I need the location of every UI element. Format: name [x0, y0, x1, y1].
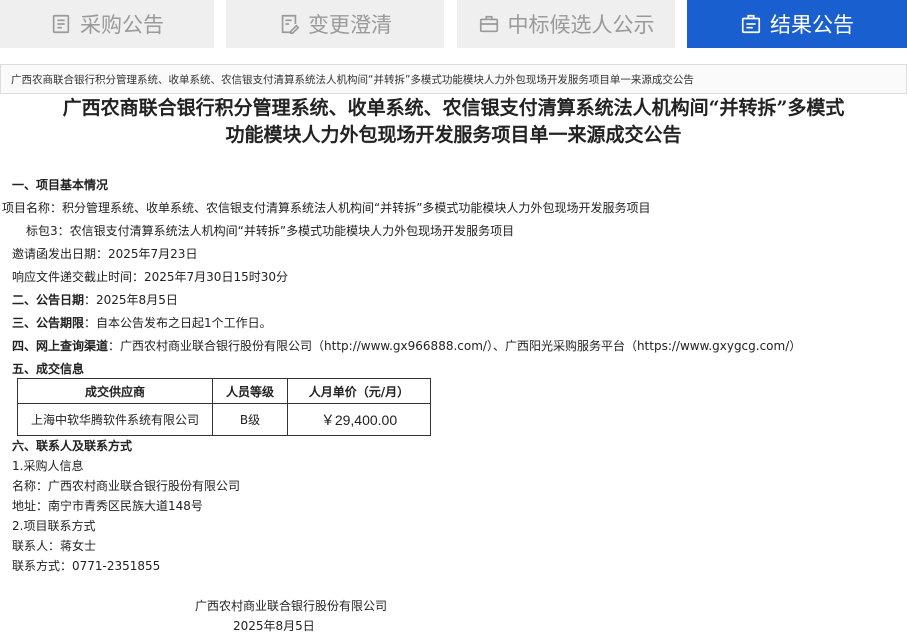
tab-bar: 采购公告 变更澄清 中标候选人公示 结果公告 — [0, 0, 907, 48]
section-4-value: ：广西农村商业联合银行股份有限公司（http://www.gx966888.co… — [108, 339, 802, 353]
column-header: 人月单价（元/月） — [287, 378, 431, 404]
online-query-channels: 四、网上查询渠道：广西农村商业联合银行股份有限公司（http://www.gx9… — [12, 337, 801, 354]
announcement-period: 三、公告期限：自本公告发布之日起1个工作日。 — [12, 314, 272, 331]
section-3-value: ：自本公告发布之日起1个工作日。 — [84, 316, 272, 330]
tab-label: 变更澄清 — [308, 13, 392, 37]
section-2-value: ：2025年8月5日 — [84, 293, 178, 307]
title-line-2: 功能模块人力外包现场开发服务项目单一来源成交公告 — [225, 124, 682, 146]
project-name: 项目名称：积分管理系统、收单系统、农信银支付清算系统法人机构间“并转拆”多模式功… — [2, 201, 651, 215]
package-name: 标包3：农信银支付清算系统法人机构间“并转拆”多模式功能模块人力外包现场开发服务… — [26, 224, 515, 238]
invite-date: 邀请函发出日期：2025年7月23日 — [12, 247, 198, 261]
section-3-label: 三、公告期限 — [12, 316, 85, 330]
column-header: 人员等级 — [212, 378, 288, 404]
contact-person: 联系人：蒋女士 — [12, 539, 97, 553]
breadcrumb: 广西农商联合银行积分管理系统、收单系统、农信银支付清算系统法人机构间“并转拆”多… — [0, 64, 907, 94]
tab-label: 结果公告 — [770, 13, 854, 37]
table-row: 上海中软华腾软件系统有限公司 B级 ￥29,400.00 — [17, 403, 431, 436]
purchaser-name: 名称：广西农村商业联合银行股份有限公司 — [12, 479, 241, 493]
section-5-heading: 五、成交信息 — [12, 362, 85, 376]
page-title: 广西农商联合银行积分管理系统、收单系统、农信银支付清算系统法人机构间“并转拆”多… — [0, 95, 907, 149]
submission-deadline: 响应文件递交截止时间：2025年7月30日15时30分 — [12, 270, 288, 284]
section-2-label: 二、公告日期 — [12, 293, 85, 307]
tab-result-notice[interactable]: 结果公告 — [687, 0, 907, 48]
tab-candidate-publicity[interactable]: 中标候选人公示 — [457, 0, 675, 48]
supplier-cell: 上海中软华腾软件系统有限公司 — [17, 403, 213, 436]
contact-heading: 2.项目联系方式 — [12, 519, 96, 533]
announcement-date: 二、公告日期：2025年8月5日 — [12, 291, 178, 308]
tab-label: 中标候选人公示 — [507, 13, 655, 37]
level-cell: B级 — [212, 403, 288, 436]
section-4-label: 四、网上查询渠道 — [12, 339, 109, 353]
signature-date: 2025年8月5日 — [233, 619, 315, 633]
tab-change-clarification[interactable]: 变更澄清 — [226, 0, 444, 48]
edit-document-icon — [281, 14, 300, 34]
tab-label: 采购公告 — [80, 13, 164, 37]
table-header-row: 成交供应商 人员等级 人月单价（元/月） — [17, 378, 431, 404]
deal-table: 成交供应商 人员等级 人月单价（元/月） 上海中软华腾软件系统有限公司 B级 ￥… — [17, 378, 431, 436]
notice-icon — [741, 14, 761, 34]
suitcase-icon — [479, 15, 498, 33]
title-line-1: 广西农商联合银行积分管理系统、收单系统、农信银支付清算系统法人机构间“并转拆”多… — [62, 97, 845, 119]
tab-procurement-notice[interactable]: 采购公告 — [0, 0, 214, 48]
document-icon — [52, 14, 70, 34]
section-6-heading: 六、联系人及联系方式 — [12, 439, 133, 453]
purchaser-heading: 1.采购人信息 — [12, 459, 84, 473]
section-1-heading: 一、项目基本情况 — [12, 178, 109, 192]
contact-phone: 联系方式：0771-2351855 — [12, 559, 161, 573]
price-cell: ￥29,400.00 — [287, 403, 431, 436]
purchaser-address: 地址：南宁市青秀区民族大道148号 — [12, 499, 203, 513]
signature-org: 广西农村商业联合银行股份有限公司 — [195, 599, 388, 613]
column-header: 成交供应商 — [17, 378, 213, 404]
